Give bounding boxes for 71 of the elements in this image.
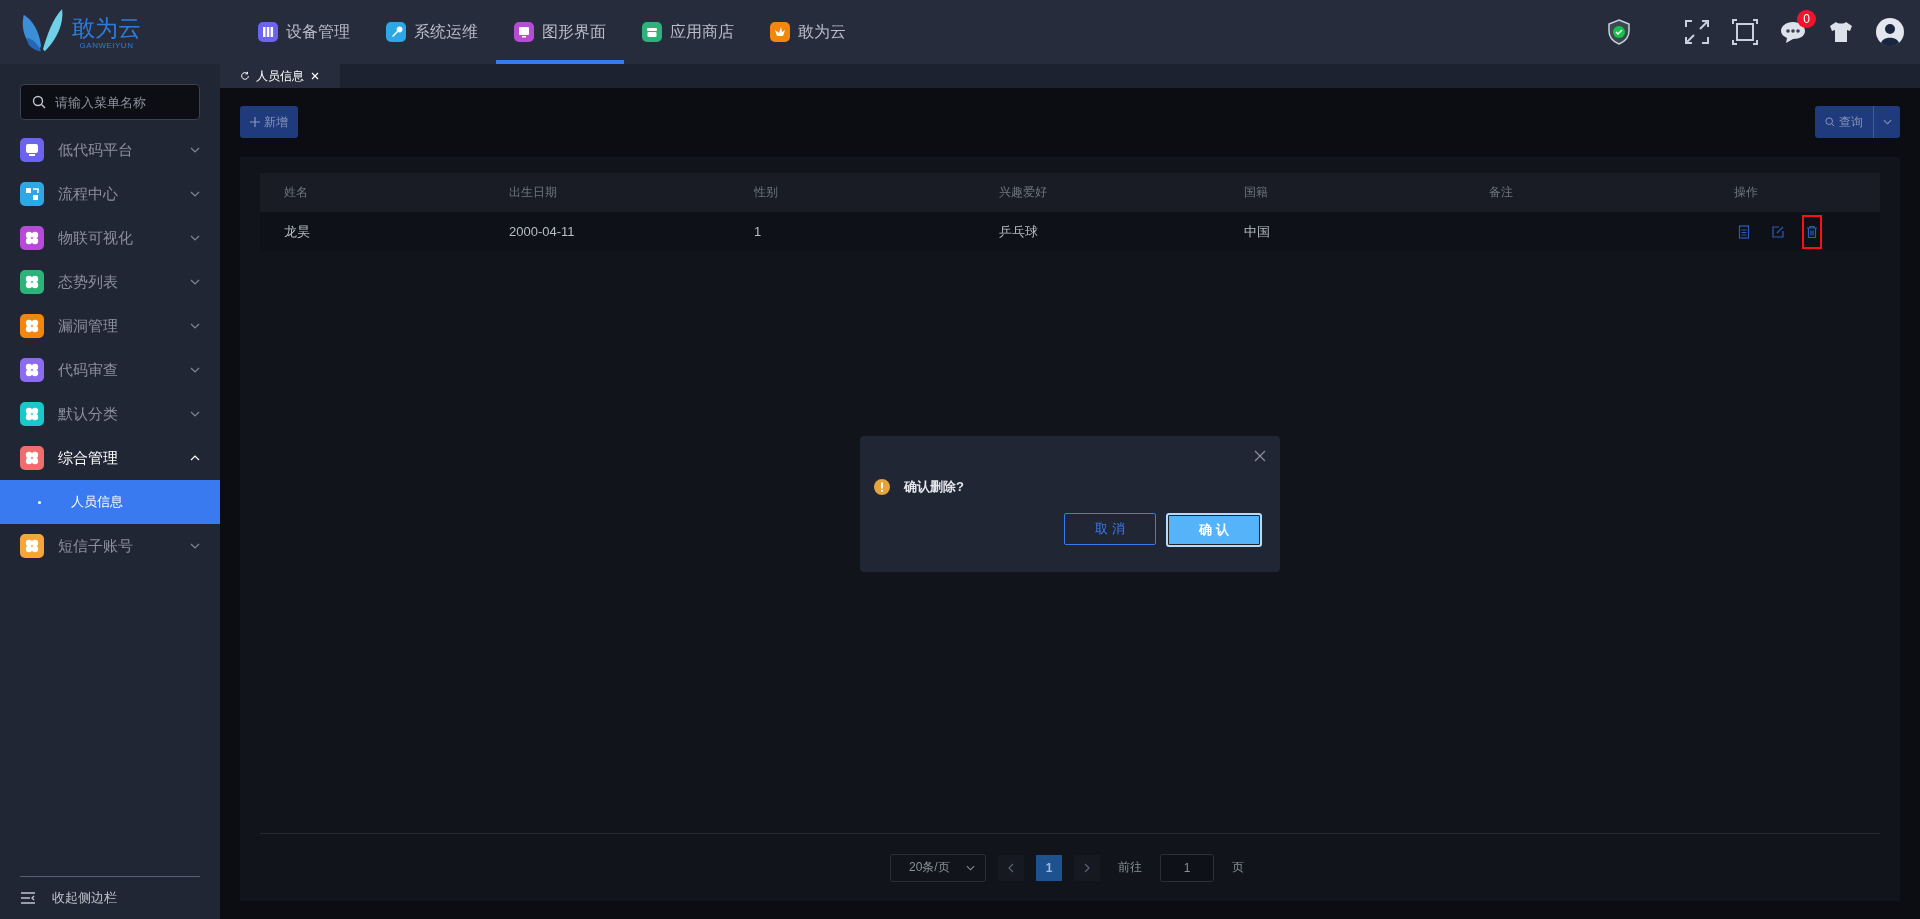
chevron-down-icon <box>190 279 200 285</box>
warning-icon <box>874 479 890 495</box>
tshirt-icon[interactable] <box>1828 19 1854 45</box>
menu-item[interactable]: 短信子账号 <box>0 524 220 568</box>
page-number[interactable]: 1 <box>1036 854 1062 881</box>
chevron-down-icon <box>190 367 200 373</box>
menu-item[interactable]: 代码审查 <box>0 348 220 392</box>
menu-item[interactable]: 漏洞管理 <box>0 304 220 348</box>
table-cell-text: 龙昊 <box>283 222 311 241</box>
chevron-down-icon <box>190 235 200 241</box>
frame-icon[interactable] <box>1732 19 1758 45</box>
store-icon <box>642 22 662 42</box>
column-header: 性别 <box>753 184 779 201</box>
avatar-icon[interactable] <box>1876 18 1904 46</box>
monitor-icon <box>514 22 534 42</box>
wrench-icon <box>386 22 406 42</box>
page-tab[interactable]: 人员信息 <box>220 64 340 88</box>
fullscreen-icon[interactable] <box>1684 19 1710 45</box>
chevron-down-icon <box>1882 119 1892 125</box>
chevron-down-icon <box>190 543 200 549</box>
table-cell-text: 中国 <box>1243 222 1271 241</box>
goto-label: 前往 <box>1118 859 1142 876</box>
add-button[interactable]: 新增 <box>240 106 298 138</box>
menu-item[interactable]: 态势列表 <box>0 260 220 304</box>
search-icon <box>32 95 46 109</box>
chevron-down-icon <box>190 411 200 417</box>
nav-tab[interactable]: 系统运维 <box>368 0 496 64</box>
menu-search-field[interactable]: 请输入菜单名称 <box>20 84 200 120</box>
page-size-select[interactable]: 20条/页 <box>890 853 986 882</box>
column-header: 操作 <box>1733 184 1759 201</box>
chevron-up-icon <box>190 455 200 461</box>
column-header: 国籍 <box>1243 184 1269 201</box>
menu-item[interactable]: 流程中心 <box>0 172 220 216</box>
shield-icon[interactable] <box>1606 19 1632 45</box>
chevron-down-icon <box>190 147 200 153</box>
chevron-down-icon <box>190 191 200 197</box>
page-input[interactable]: 1 <box>1160 853 1214 882</box>
column-header: 出生日期 <box>508 184 558 201</box>
menu-item[interactable]: 低代码平台 <box>0 128 220 172</box>
chevron-left-icon <box>1008 862 1014 873</box>
trash-icon[interactable] <box>1802 214 1822 249</box>
refresh-icon[interactable] <box>240 71 250 81</box>
column-header: 姓名 <box>283 184 309 201</box>
column-header: 备注 <box>1488 184 1514 201</box>
column-header: 兴趣爱好 <box>998 184 1048 201</box>
dialog-message: 确认删除? <box>904 478 964 496</box>
books-icon <box>258 22 278 42</box>
nav-tab[interactable]: 应用商店 <box>624 0 752 64</box>
menu-item[interactable]: 物联可视化 <box>0 216 220 260</box>
collapse-sidebar-link[interactable]: 收起侧边栏 <box>52 889 117 907</box>
tab-label: 人员信息 <box>256 67 304 85</box>
logo-text: 敢为云 <box>72 14 141 41</box>
chevron-right-icon <box>1084 862 1090 873</box>
chevron-down-icon <box>190 323 200 329</box>
query-button[interactable]: 查询 <box>1815 106 1874 138</box>
menu-item[interactable]: 综合管理 <box>0 436 220 480</box>
submenu-item[interactable]: 人员信息 <box>0 480 220 524</box>
table-cell-text: 1 <box>753 223 763 241</box>
menu-item[interactable]: 默认分类 <box>0 392 220 436</box>
cancel-button[interactable]: 取 消 <box>1064 513 1156 545</box>
collapse-icon[interactable] <box>20 892 36 904</box>
notification-badge: 0 <box>1797 10 1816 28</box>
chevron-down-icon <box>966 864 975 871</box>
table-cell-text: 2000-04-11 <box>508 223 576 241</box>
table-cell-text: 乒乓球 <box>998 222 1039 241</box>
page-unit-label: 页 <box>1232 859 1244 876</box>
search-icon <box>1825 117 1835 127</box>
nav-tab[interactable]: 敢为云 <box>752 0 864 64</box>
logo-subtext: GANWEIYUN <box>79 40 134 50</box>
plus-icon <box>250 117 260 127</box>
nav-tab[interactable]: 设备管理 <box>240 0 368 64</box>
